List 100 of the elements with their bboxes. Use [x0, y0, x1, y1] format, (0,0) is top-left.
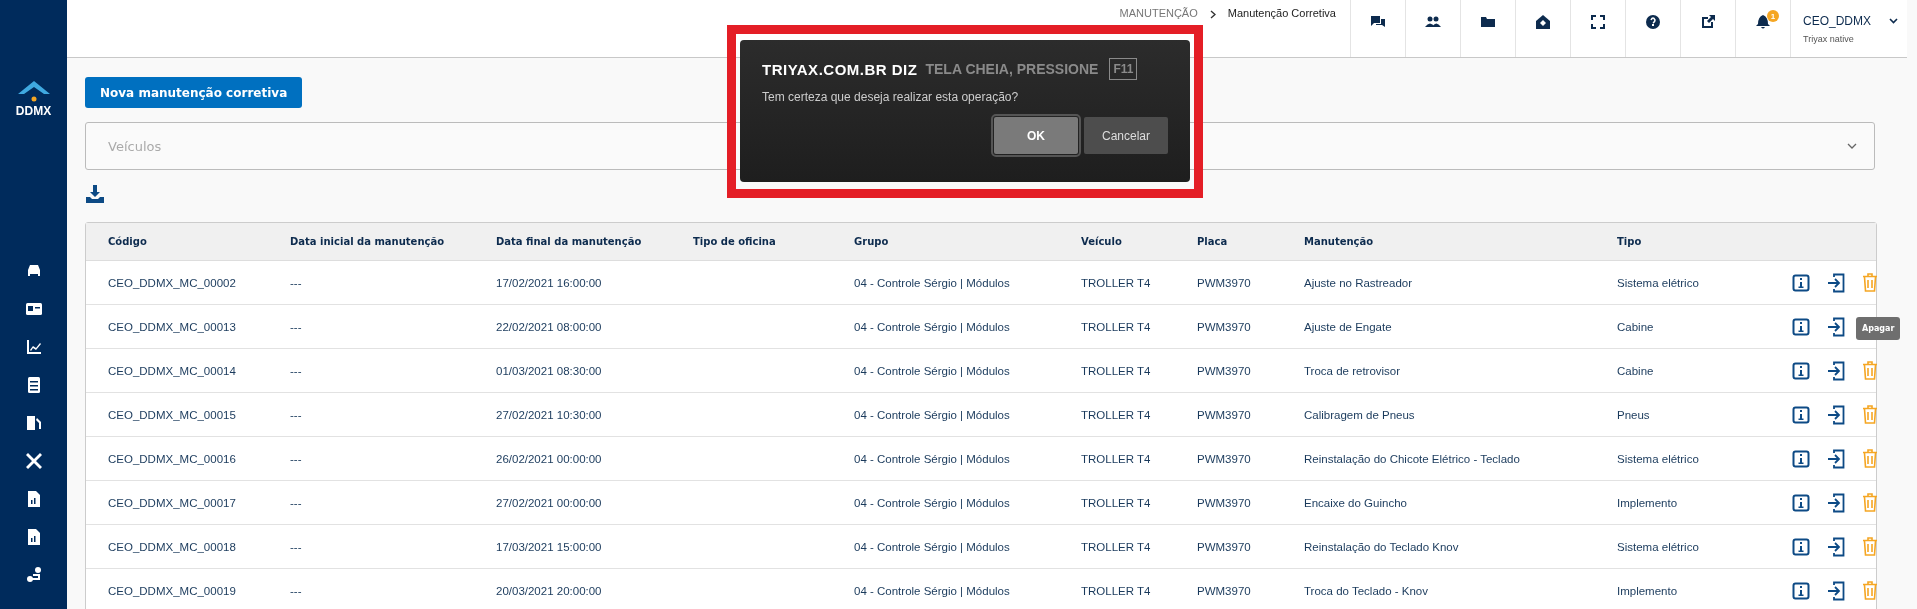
enter-icon[interactable]: [1827, 536, 1845, 557]
table-cell: Sistema elétrico: [1617, 540, 1699, 553]
table-cell: TROLLER T4: [1081, 540, 1151, 553]
info-icon[interactable]: [1792, 581, 1810, 600]
enter-icon[interactable]: [1827, 360, 1845, 381]
table-cell: 27/02/2021 10:30:00: [496, 408, 602, 421]
table-cell: 17/02/2021 16:00:00: [496, 276, 602, 289]
new-maintenance-button[interactable]: Nova manutenção corretiva: [85, 77, 303, 108]
table-cell: TROLLER T4: [1081, 408, 1151, 421]
table-cell: 26/02/2021 00:00:00: [496, 452, 602, 465]
breadcrumb-link[interactable]: MANUTENÇÃO: [1119, 7, 1198, 19]
dialog-message: Tem certeza que deseja realizar esta operação?: [762, 90, 1020, 104]
table-cell: CEO_DDMX_MC_00014: [108, 364, 236, 377]
table-cell: ---: [290, 584, 302, 597]
table-cell: 04 - Controle Sérgio | Módulos: [854, 364, 1010, 377]
table-cell: Ajuste no Rastreador: [1304, 276, 1413, 289]
logo-text: DDMX: [15, 104, 52, 118]
enter-icon[interactable]: [1827, 492, 1845, 513]
table-cell: CEO_DDMX_MC_00017: [108, 496, 236, 509]
table-cell: ---: [290, 408, 302, 421]
fullscreen-icon: [1590, 13, 1606, 30]
table-cell: CEO_DDMX_MC_00013: [108, 320, 236, 333]
help-icon: [1645, 13, 1661, 30]
table-cell: PWM3970: [1197, 540, 1251, 553]
info-icon[interactable]: [1792, 361, 1810, 380]
info-icon[interactable]: [1792, 537, 1810, 556]
enter-icon[interactable]: [1827, 316, 1845, 337]
info-icon[interactable]: [1792, 449, 1810, 468]
table-cell: PWM3970: [1197, 452, 1251, 465]
user-menu[interactable]: CEO_DDMX Triyax native: [1790, 0, 1907, 57]
bell-icon: [1755, 13, 1771, 30]
table-cell: Troca de retrovisor: [1304, 364, 1401, 377]
id-card-icon[interactable]: [24, 300, 43, 318]
column-header: Grupo: [854, 236, 890, 247]
chevron-icon: [1209, 10, 1216, 19]
chevron-down-icon: [1888, 17, 1898, 24]
column-header: Veículo: [1081, 236, 1123, 247]
column-header: Tipo: [1617, 236, 1643, 247]
table-cell: ---: [290, 496, 302, 509]
download-icon[interactable]: [85, 184, 105, 204]
table-cell: Sistema elétrico: [1617, 276, 1699, 289]
table-cell: CEO_DDMX_MC_00016: [108, 452, 236, 465]
enter-icon[interactable]: [1827, 404, 1845, 425]
table-cell: TROLLER T4: [1081, 364, 1151, 377]
table-cell: 20/03/2021 20:00:00: [496, 584, 602, 597]
table-cell: Troca do Teclado - Knov: [1304, 584, 1428, 597]
table-cell: ---: [290, 540, 302, 553]
table-cell: ---: [290, 320, 302, 333]
enter-icon[interactable]: [1827, 580, 1845, 601]
column-header: Código: [108, 236, 148, 247]
cancel-button[interactable]: Cancelar: [1084, 117, 1168, 154]
chat-icon: [1370, 13, 1386, 30]
table-cell: TROLLER T4: [1081, 496, 1151, 509]
info-icon[interactable]: [1792, 273, 1810, 292]
table-cell: 04 - Controle Sérgio | Módulos: [854, 584, 1010, 597]
dialog-title: TRIYAX.COM.BR DIZ: [762, 60, 918, 78]
column-header: Manutenção: [1304, 236, 1375, 247]
info-icon[interactable]: [1792, 317, 1810, 336]
table-cell: 04 - Controle Sérgio | Módulos: [854, 276, 1010, 289]
table-cell: 04 - Controle Sérgio | Módulos: [854, 452, 1010, 465]
route-icon[interactable]: [24, 566, 43, 584]
column-header: Placa: [1197, 236, 1229, 247]
table-cell: CEO_DDMX_MC_00018: [108, 540, 236, 553]
table-cell: PWM3970: [1197, 496, 1251, 509]
table-cell: PWM3970: [1197, 276, 1251, 289]
table-cell: CEO_DDMX_MC_00015: [108, 408, 236, 421]
info-icon[interactable]: [1792, 493, 1810, 512]
table-cell: TROLLER T4: [1081, 320, 1151, 333]
table-cell: TROLLER T4: [1081, 584, 1151, 597]
chevron-down-icon: [1847, 143, 1857, 149]
table-cell: TROLLER T4: [1081, 276, 1151, 289]
fullscreen-notice: TELA CHEIA, PRESSIONE: [925, 61, 1099, 77]
table-cell: ---: [290, 364, 302, 377]
table-cell: Implemento: [1617, 584, 1678, 597]
table-cell: PWM3970: [1197, 364, 1251, 377]
column-header: Data final da manutenção: [496, 236, 643, 247]
table-cell: Pneus: [1617, 408, 1650, 421]
enter-icon[interactable]: [1827, 448, 1845, 469]
notification-badge: 1: [1767, 10, 1779, 22]
table-cell: Reinstalação do Teclado Knov: [1304, 540, 1459, 553]
column-header: Tipo de oficina: [693, 236, 777, 247]
table-cell: 22/02/2021 08:00:00: [496, 320, 602, 333]
table-cell: Ajuste de Engate: [1304, 320, 1392, 333]
table-cell: Sistema elétrico: [1617, 452, 1699, 465]
ok-button[interactable]: OK: [994, 117, 1078, 154]
chart-icon[interactable]: [24, 338, 43, 356]
breadcrumb-current: Manutenção Corretiva: [1227, 7, 1336, 19]
table-cell: Encaixe do Guincho: [1304, 496, 1407, 509]
table-cell: 04 - Controle Sérgio | Módulos: [854, 540, 1010, 553]
table-cell: ---: [290, 452, 302, 465]
table-cell: Cabine: [1617, 320, 1654, 333]
table-cell: CEO_DDMX_MC_00019: [108, 584, 236, 597]
table-cell: PWM3970: [1197, 584, 1251, 597]
table-cell: Calibragem de Pneus: [1304, 408, 1415, 421]
info-icon[interactable]: [1792, 405, 1810, 424]
table-cell: 04 - Controle Sérgio | Módulos: [854, 320, 1010, 333]
table-cell: 01/03/2021 08:30:00: [496, 364, 602, 377]
enter-icon[interactable]: [1827, 272, 1845, 293]
table-cell: 17/03/2021 15:00:00: [496, 540, 602, 553]
column-header: Data inicial da manutenção: [290, 236, 446, 247]
